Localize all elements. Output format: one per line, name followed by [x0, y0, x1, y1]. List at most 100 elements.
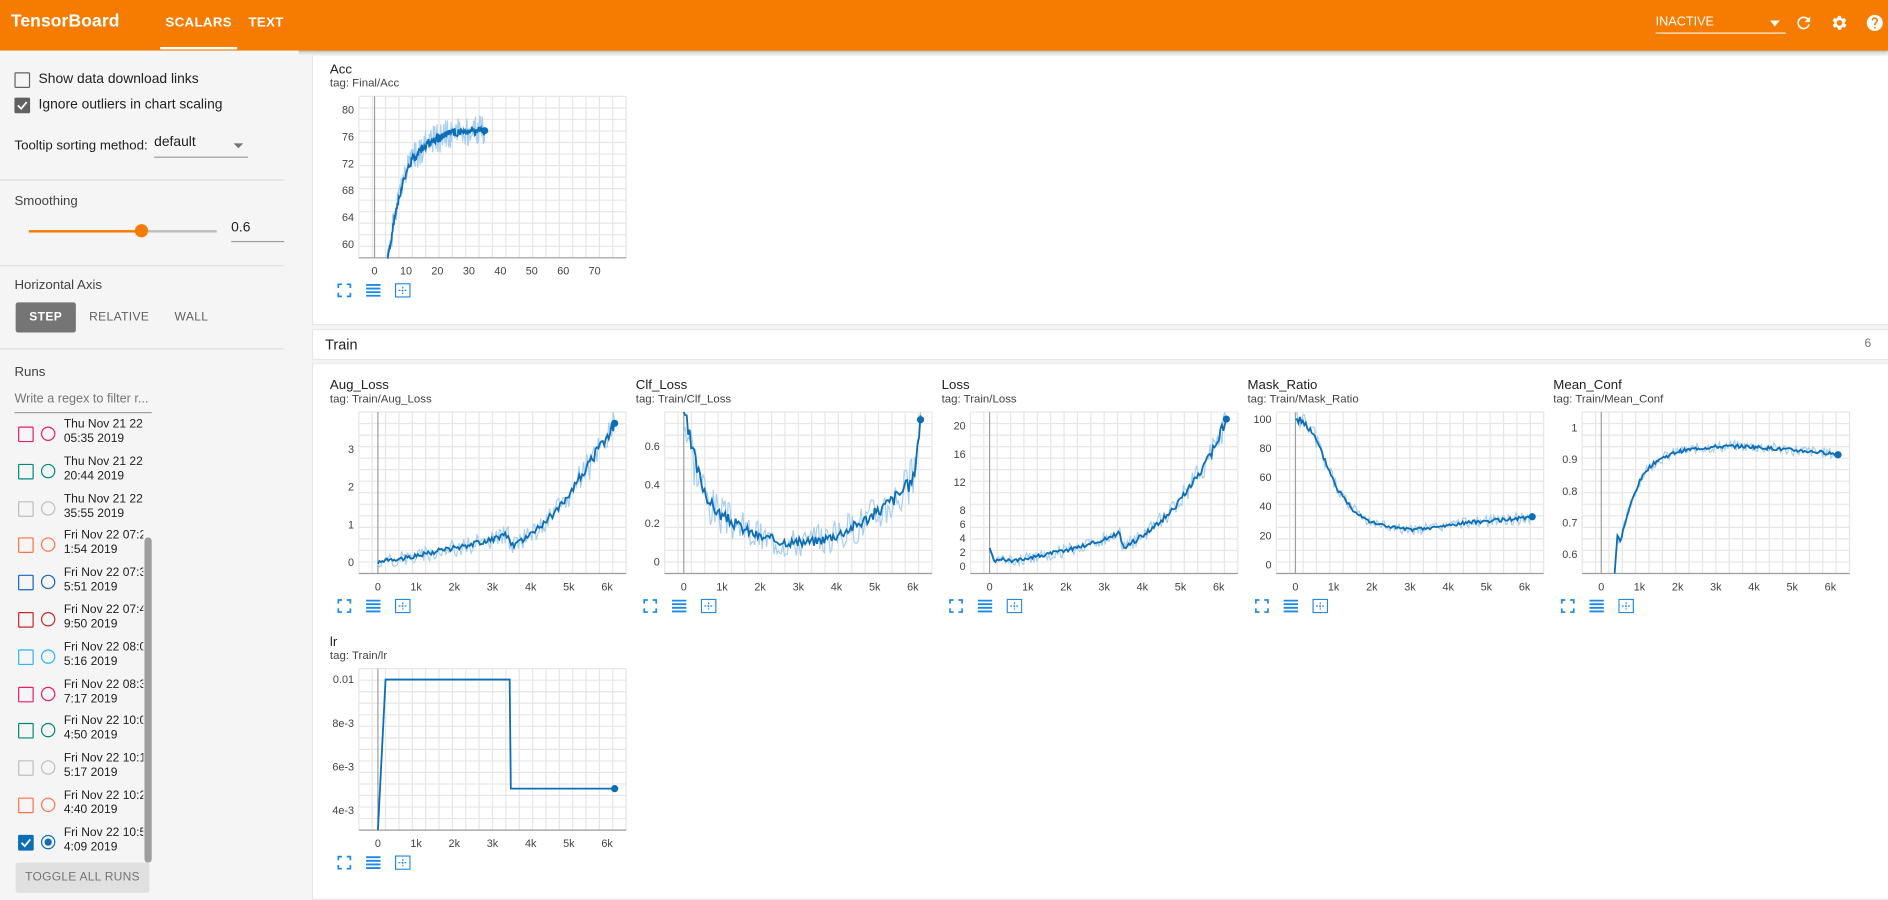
runs-scrollbar[interactable]: [144, 537, 152, 863]
run-checkbox[interactable]: [18, 760, 34, 777]
smoothed-series-line: [1613, 443, 1839, 574]
data-table-icon[interactable]: [1283, 599, 1300, 613]
y-tick-label: 0.6: [1562, 549, 1577, 561]
x-tick-label: 4k: [1748, 581, 1760, 593]
run-item[interactable]: Fri Nov 22 07:2 1:54 2019: [18, 529, 150, 563]
data-table-icon[interactable]: [977, 599, 994, 613]
chart-plot[interactable]: 0 10 20 30 40 50 60 70 60 64 68 72 76 80: [330, 63, 629, 280]
smoothing-slider-thumb[interactable]: [134, 224, 149, 238]
fit-domain-icon[interactable]: [1312, 598, 1329, 614]
x-tick-label: 4k: [1137, 581, 1149, 593]
data-table-icon[interactable]: [1589, 599, 1605, 613]
chart-card-lr: lr tag: Train/lr 0 1k 2k 3k 4k 5k 6k 4e-3 6e-3 8e-3…: [330, 635, 629, 882]
run-radio[interactable]: [40, 537, 56, 553]
run-item[interactable]: Fri Nov 22 07:4 9:50 2019: [18, 604, 150, 638]
run-checkbox[interactable]: [18, 649, 34, 665]
run-radio[interactable]: [40, 612, 56, 627]
fit-domain-icon[interactable]: [1006, 598, 1023, 614]
runs-filter-input[interactable]: Write a regex to filter r...: [14, 392, 152, 414]
divider: [0, 265, 285, 267]
expand-icon[interactable]: [337, 599, 353, 613]
tensorboard-app: TensorBoard SCALARS TEXT INACTIVE Show d…: [0, 0, 1888, 900]
tooltip-sort-select[interactable]: default: [154, 134, 249, 158]
run-item[interactable]: Thu Nov 21 22: 05:35 2019: [18, 418, 150, 452]
run-radio[interactable]: [40, 797, 56, 813]
data-table-icon[interactable]: [366, 855, 382, 869]
expand-icon[interactable]: [949, 599, 965, 613]
run-radio[interactable]: [40, 834, 56, 850]
data-table-icon[interactable]: [366, 283, 382, 297]
fit-domain-icon[interactable]: [394, 283, 411, 298]
data-table-icon[interactable]: [366, 599, 382, 613]
smoothing-slider[interactable]: [28, 230, 217, 233]
y-tick-label: 0.7: [1562, 517, 1577, 529]
chart-plot[interactable]: 0 1k 2k 3k 4k 5k 6k 0.6 0.7 0.8 0.9 1: [1553, 378, 1852, 595]
ignore-outliers-checkbox[interactable]: [14, 97, 31, 114]
fit-domain-icon[interactable]: [394, 855, 411, 870]
inactive-dropdown-label: INACTIVE: [1655, 14, 1714, 29]
chart-plot[interactable]: 0 1k 2k 3k 4k 5k 6k 0 1 2 3: [330, 378, 629, 595]
chart-grid: [1275, 411, 1545, 575]
axis-step-button[interactable]: STEP: [15, 302, 76, 333]
help-icon[interactable]: [1865, 13, 1884, 32]
run-radio[interactable]: [40, 723, 56, 738]
run-label-line1: Fri Nov 22 10:5: [63, 826, 144, 840]
fit-domain-icon[interactable]: [700, 598, 717, 614]
toggle-all-runs-button[interactable]: TOGGLE ALL RUNS: [15, 862, 150, 893]
run-item[interactable]: Fri Nov 22 07:3 5:51 2019: [18, 566, 150, 600]
chart-plot[interactable]: 0 1k 2k 3k 4k 5k 6k 4e-3 6e-3 8e-3 0.01: [330, 635, 629, 852]
run-item[interactable]: Fri Nov 22 10:1 5:17 2019: [18, 752, 150, 786]
run-radio[interactable]: [40, 500, 56, 516]
run-item[interactable]: Fri Nov 22 08:0 5:16 2019: [18, 641, 150, 675]
data-table-icon[interactable]: [671, 599, 688, 613]
run-item[interactable]: Fri Nov 22 08:3 7:17 2019: [18, 678, 150, 712]
run-label-line2: 9:50 2019: [63, 618, 118, 632]
tooltip-sort-value: default: [154, 134, 196, 150]
inactive-dropdown[interactable]: INACTIVE: [1655, 13, 1786, 34]
chart-plot[interactable]: 0 1k 2k 3k 4k 5k 6k 0 20 40 60 80 100: [1247, 378, 1546, 595]
axis-relative-button[interactable]: RELATIVE: [87, 302, 152, 332]
smoothing-value-input[interactable]: 0.6: [231, 220, 285, 243]
run-checkbox[interactable]: [18, 574, 34, 591]
run-radio[interactable]: [40, 463, 56, 479]
run-checkbox[interactable]: [18, 426, 34, 443]
show-download-checkbox[interactable]: [14, 72, 31, 88]
chart-plot[interactable]: 0 1k 2k 3k 4k 5k 6k 0 0.2 0.4 0.6: [636, 378, 935, 595]
x-tick-label: 6k: [601, 838, 613, 850]
x-tick-label: 70: [589, 266, 601, 278]
expand-icon[interactable]: [1255, 599, 1271, 613]
expand-icon[interactable]: [643, 599, 659, 613]
run-item[interactable]: Fri Nov 22 10:2 4:40 2019: [18, 789, 150, 823]
run-item[interactable]: Fri Nov 22 10:5 4:09 2019: [18, 826, 150, 860]
settings-icon[interactable]: [1829, 13, 1848, 32]
tab-scalars[interactable]: SCALARS: [160, 16, 237, 30]
expand-icon[interactable]: [337, 855, 353, 870]
run-radio[interactable]: [40, 649, 56, 664]
chart-plot[interactable]: 0 1k 2k 3k 4k 5k 6k 0 2 4 6 8 12 16 20: [942, 378, 1241, 595]
run-item[interactable]: Fri Nov 22 10:0 4:50 2019: [18, 715, 150, 749]
expand-icon[interactable]: [337, 283, 353, 298]
run-checkbox[interactable]: [18, 612, 34, 628]
train-section-header[interactable]: Train 6: [311, 328, 1888, 361]
run-checkbox[interactable]: [18, 797, 34, 814]
run-radio[interactable]: [40, 426, 56, 441]
run-radio[interactable]: [40, 760, 56, 775]
run-checkbox[interactable]: [18, 834, 34, 851]
run-radio[interactable]: [40, 574, 56, 590]
fit-domain-icon[interactable]: [394, 598, 411, 614]
run-checkbox[interactable]: [18, 537, 34, 554]
run-checkbox[interactable]: [18, 686, 34, 702]
run-checkbox[interactable]: [18, 500, 34, 517]
expand-icon[interactable]: [1560, 599, 1577, 613]
tab-text[interactable]: TEXT: [243, 16, 289, 30]
run-checkbox[interactable]: [18, 463, 34, 480]
refresh-icon[interactable]: [1794, 13, 1813, 32]
fit-domain-icon[interactable]: [1618, 598, 1634, 614]
run-item[interactable]: Thu Nov 21 22: 35:55 2019: [18, 492, 150, 526]
run-checkbox[interactable]: [18, 723, 34, 740]
axis-wall-button[interactable]: WALL: [166, 302, 217, 332]
run-radio[interactable]: [40, 686, 56, 701]
run-label-line2: 20:44 2019: [63, 469, 125, 483]
run-item[interactable]: Thu Nov 21 22: 20:44 2019: [18, 455, 150, 489]
y-tick-label: 80: [1259, 443, 1271, 455]
